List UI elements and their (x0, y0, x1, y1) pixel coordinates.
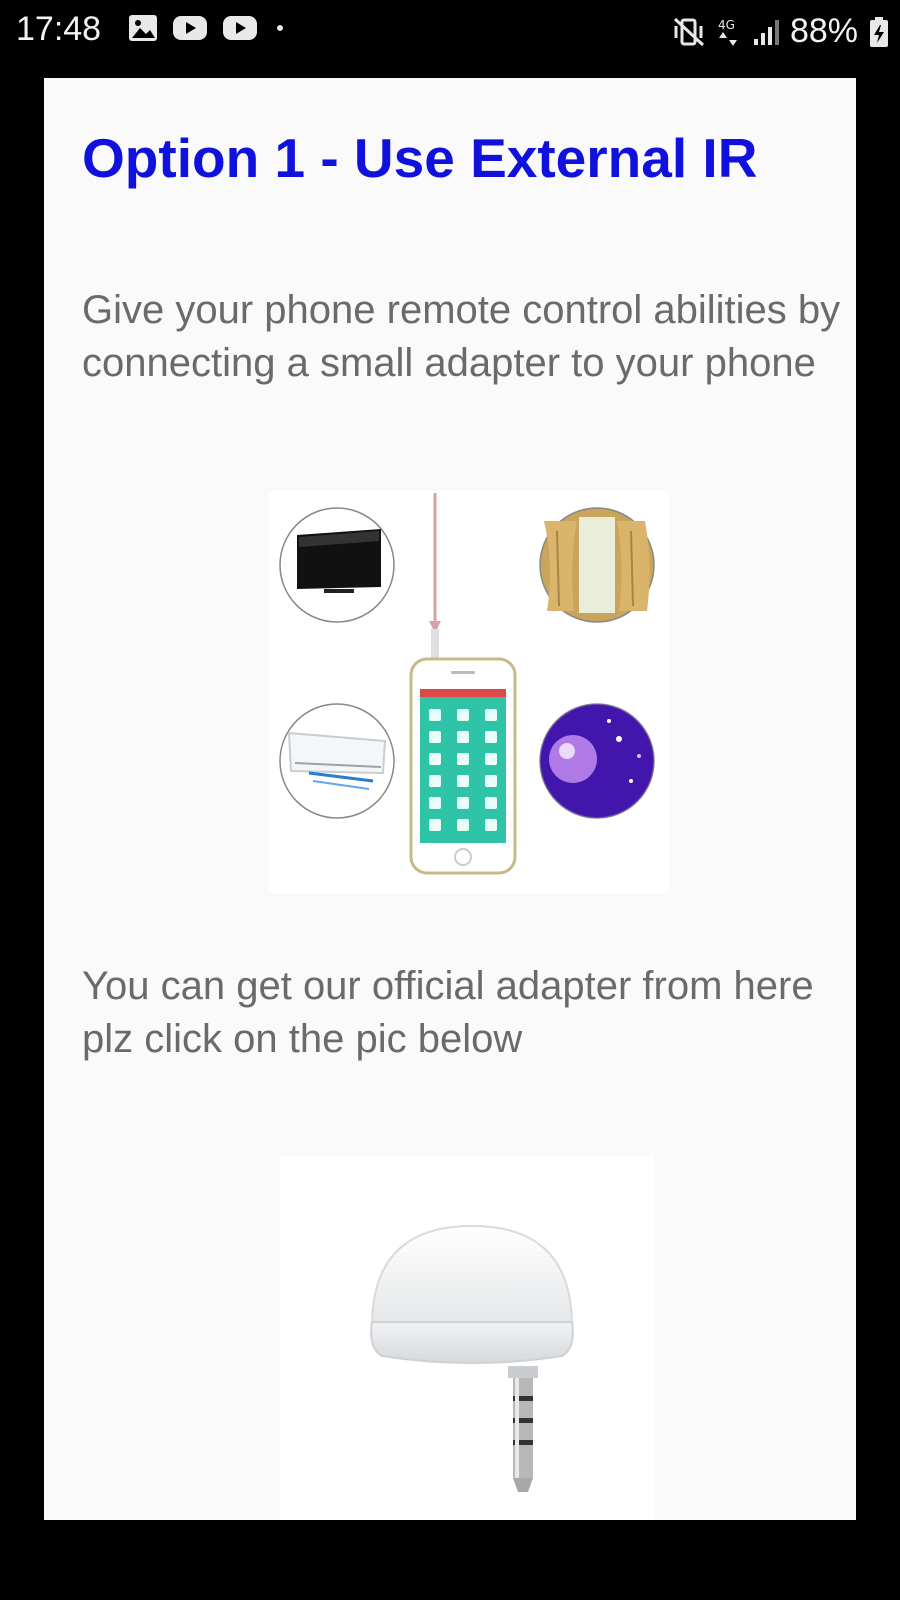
air-conditioner-icon (279, 703, 395, 819)
dot-icon (277, 25, 283, 31)
adapter-image-link[interactable] (280, 1156, 654, 1520)
description-text: Give your phone remote control abilities… (82, 288, 841, 385)
navigation-bar-area (0, 1520, 900, 1600)
mute-vibrate-icon (673, 17, 704, 46)
content-card[interactable]: Option 1 - Use External IR Give your pho… (44, 78, 856, 1520)
data-4g-icon: 4G (718, 18, 737, 46)
system-icons: 4G 88% (672, 12, 890, 51)
youtube-icon (173, 16, 207, 40)
tv-icon (279, 507, 395, 623)
ir-adapter-icon (370, 1224, 574, 1492)
youtube-icon (223, 16, 257, 40)
signal-icon (753, 19, 779, 45)
battery-percent: 88% (789, 12, 858, 50)
notification-icons (128, 14, 288, 42)
adapter-info-text: You can get our official adapter from he… (82, 964, 814, 1061)
disco-ball-icon (539, 703, 655, 819)
image-icon (129, 15, 157, 41)
status-time: 17:48 (16, 10, 102, 48)
ir-illustration (269, 491, 669, 893)
svg-text:4G: 4G (718, 18, 735, 32)
battery-icon (870, 16, 888, 47)
curtain-icon (539, 507, 655, 623)
phone-remote-app-icon (409, 629, 517, 875)
page-title: Option 1 - Use External IR (82, 127, 758, 189)
status-bar: 17:48 4G 88% (0, 0, 900, 60)
